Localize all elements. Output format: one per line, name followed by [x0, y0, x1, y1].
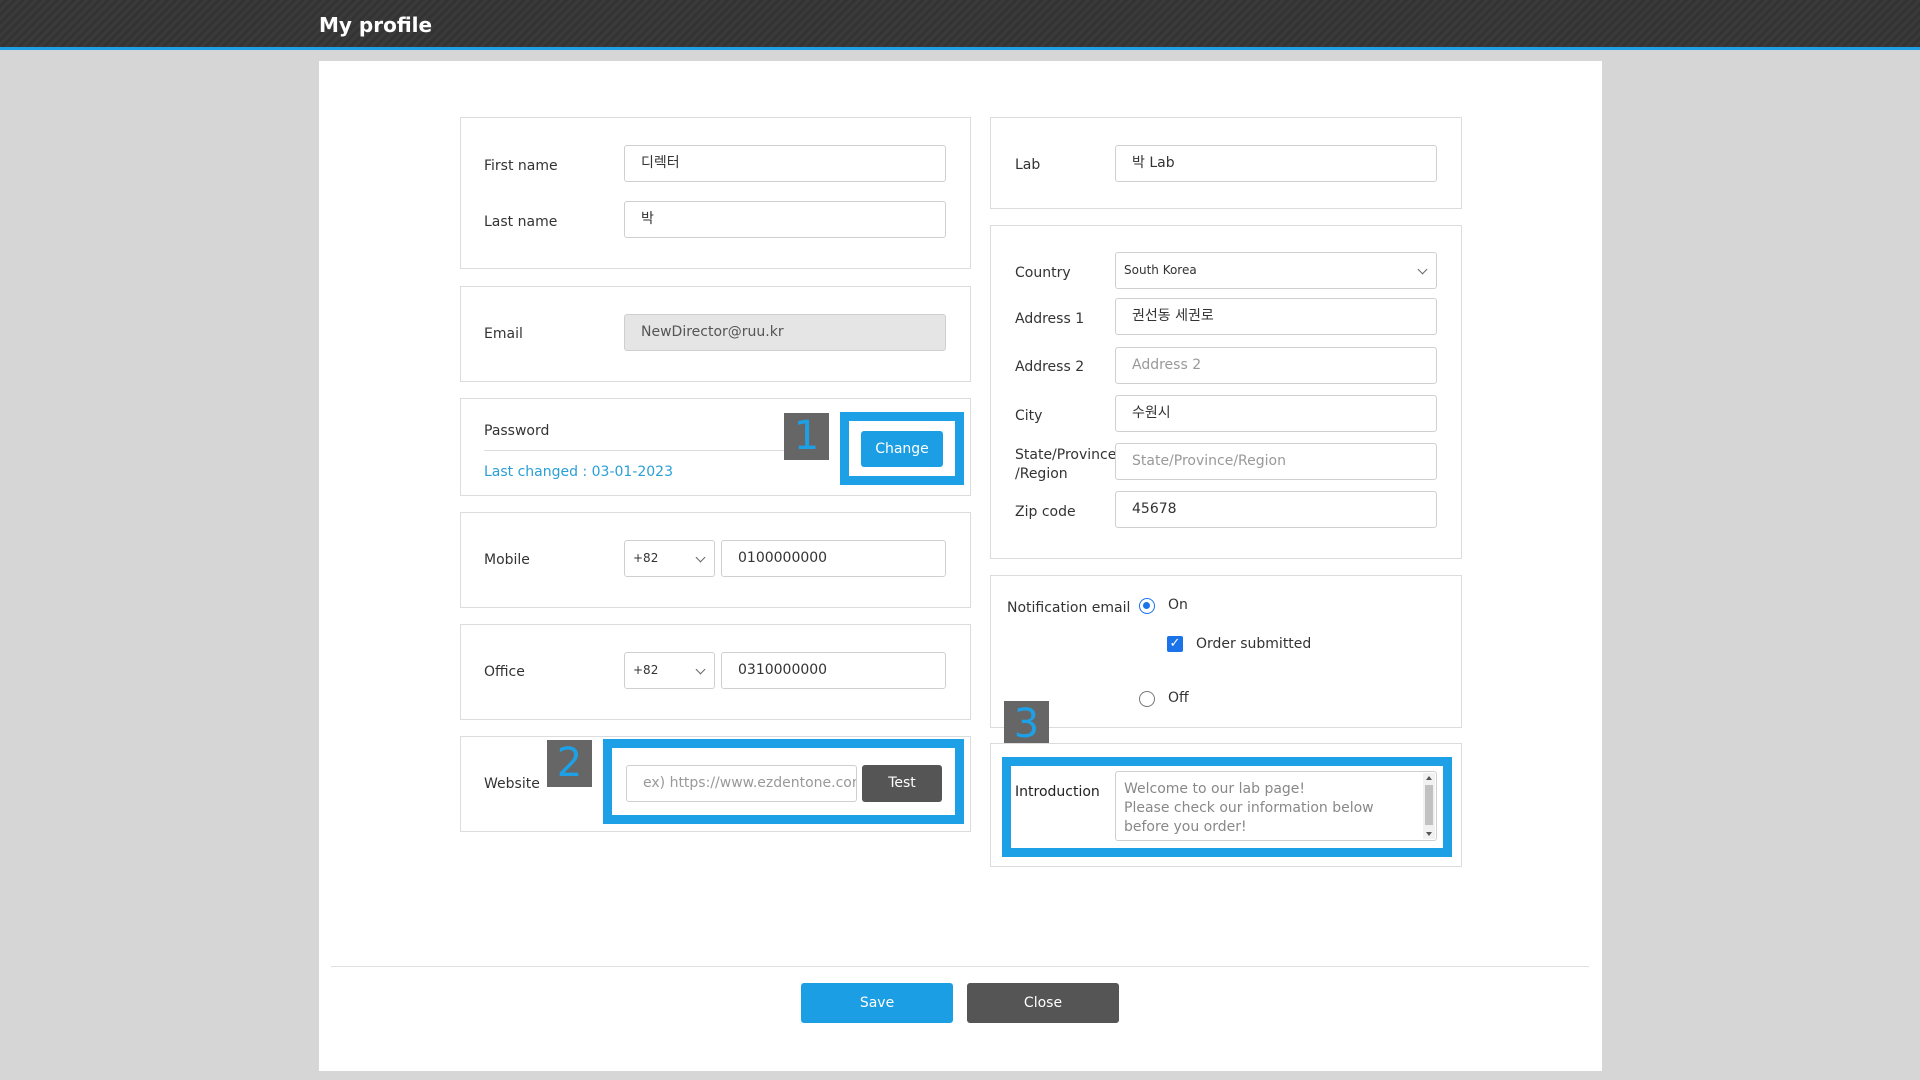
callout-badge-3: 3	[1004, 701, 1049, 748]
scroll-down-icon	[1426, 832, 1432, 836]
website-label: Website	[484, 776, 540, 792]
notification-off-radio[interactable]	[1139, 691, 1155, 707]
notification-off-label: Off	[1168, 690, 1189, 706]
address1-input[interactable]: 권선동 세권로	[1115, 298, 1437, 335]
notification-on-radio[interactable]	[1139, 598, 1155, 614]
office-number-input[interactable]: 0310000000	[721, 652, 946, 689]
callout-badge-1: 1	[784, 413, 829, 460]
country-label: Country	[1015, 265, 1071, 281]
country-select[interactable]: South Korea	[1115, 252, 1437, 289]
introduction-label: Introduction	[1015, 784, 1100, 800]
state-label: State/Province /Region	[1015, 446, 1116, 484]
city-label: City	[1015, 408, 1043, 424]
website-input[interactable]: ex) https://www.ezdentone.com	[626, 765, 857, 802]
email-field: NewDirector@ruu.kr	[624, 314, 946, 351]
chevron-down-icon	[695, 552, 706, 563]
zip-label: Zip code	[1015, 504, 1076, 520]
last-name-input[interactable]: 박	[624, 201, 946, 238]
notification-email-label: Notification email	[1007, 600, 1131, 616]
chevron-down-icon	[695, 664, 706, 675]
last-name-label: Last name	[484, 214, 558, 230]
password-label: Password	[484, 423, 550, 439]
footer-divider	[331, 966, 1589, 967]
mobile-country-code-value: +82	[633, 551, 659, 565]
mobile-country-code-select[interactable]: +82	[624, 540, 715, 577]
chevron-down-icon	[1417, 264, 1428, 275]
password-last-changed: Last changed : 03-01-2023	[484, 464, 673, 480]
introduction-scrollbar[interactable]	[1423, 773, 1435, 839]
order-submitted-label: Order submitted	[1196, 636, 1312, 652]
country-select-value: South Korea	[1124, 263, 1197, 277]
notification-on-label: On	[1168, 597, 1188, 613]
zip-input[interactable]: 45678	[1115, 491, 1437, 528]
page-title: My profile	[319, 13, 433, 37]
order-submitted-checkbox[interactable]: ✓	[1167, 636, 1183, 652]
first-name-input[interactable]: 디렉터	[624, 145, 946, 182]
lab-name-input[interactable]: 박 Lab	[1115, 145, 1437, 182]
introduction-text: Welcome to our lab page! Please check ou…	[1124, 781, 1374, 835]
mobile-label: Mobile	[484, 552, 530, 568]
name-section	[460, 117, 971, 269]
state-input[interactable]: State/Province/Region	[1115, 443, 1437, 480]
state-label-line1: State/Province	[1015, 447, 1117, 463]
address2-input[interactable]: Address 2	[1115, 347, 1437, 384]
city-input[interactable]: 수원시	[1115, 395, 1437, 432]
state-label-line2: /Region	[1015, 466, 1068, 482]
change-password-button[interactable]: Change	[861, 431, 943, 467]
address1-label: Address 1	[1015, 311, 1085, 327]
website-test-button[interactable]: Test	[862, 765, 942, 802]
office-country-code-select[interactable]: +82	[624, 652, 715, 689]
mobile-number-input[interactable]: 0100000000	[721, 540, 946, 577]
callout-badge-2: 2	[547, 740, 592, 787]
address2-label: Address 2	[1015, 359, 1085, 375]
first-name-label: First name	[484, 158, 558, 174]
office-country-code-value: +82	[633, 663, 659, 677]
close-button[interactable]: Close	[967, 983, 1119, 1023]
introduction-textarea[interactable]: Welcome to our lab page! Please check ou…	[1115, 771, 1437, 841]
password-divider	[484, 450, 784, 451]
save-button[interactable]: Save	[801, 983, 953, 1023]
scroll-up-icon	[1426, 776, 1432, 780]
lab-label: Lab	[1015, 157, 1041, 173]
scroll-thumb[interactable]	[1425, 785, 1433, 825]
top-bar: My profile	[0, 0, 1920, 50]
office-label: Office	[484, 664, 525, 680]
email-label: Email	[484, 326, 523, 342]
